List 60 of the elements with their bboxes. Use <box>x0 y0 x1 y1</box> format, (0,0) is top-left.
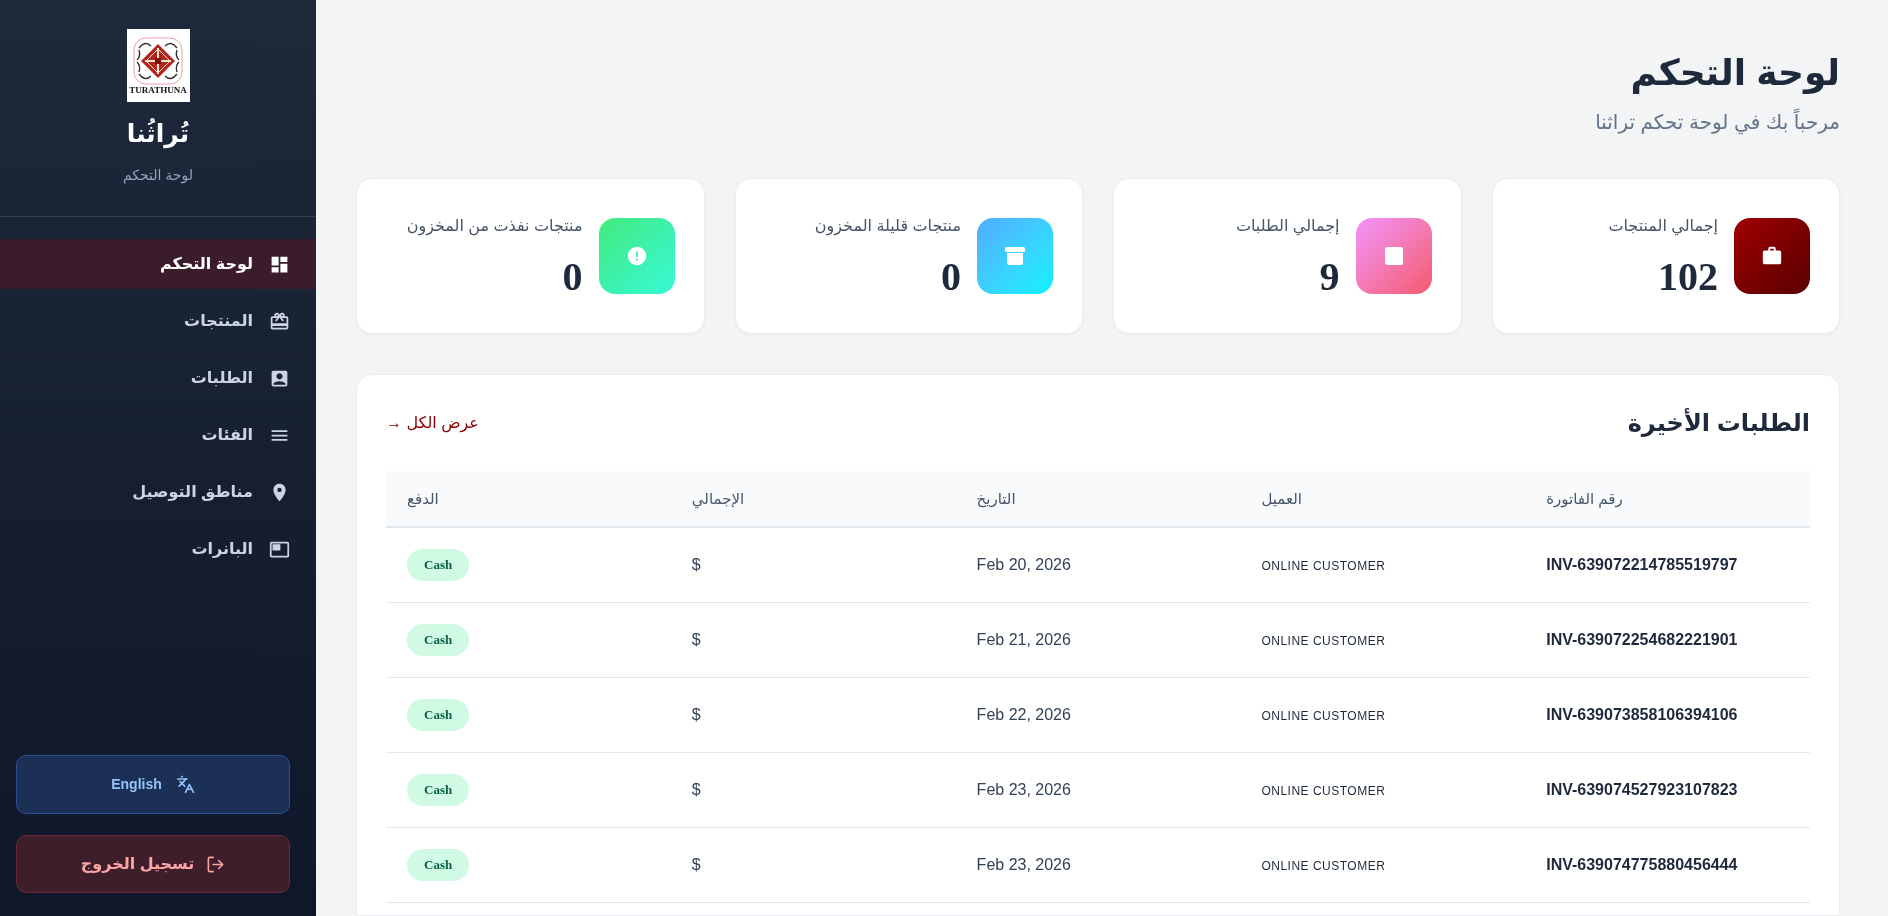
stat-value: 0 <box>941 256 961 298</box>
customer-name: ONLINE CUSTOMER <box>1261 558 1386 573</box>
stat-label: إجمالي المنتجات <box>1608 216 1718 238</box>
stat-value: 0 <box>562 256 583 298</box>
order-total: $ <box>691 855 701 873</box>
column-header: التاريخ <box>976 489 1016 507</box>
box-icon <box>977 218 1053 294</box>
page-title: لوحة التحكم <box>1630 51 1840 96</box>
order-date: Feb 21, 2026 <box>976 630 1071 648</box>
payment-tag: Cash <box>407 623 470 656</box>
payment-tag: Cash <box>407 698 470 731</box>
payment-tag: Cash <box>407 848 470 881</box>
nav-item[interactable]: مناطق التوصيل <box>0 467 316 517</box>
order-date: Feb 20, 2026 <box>976 555 1071 573</box>
square-icon <box>1355 218 1432 294</box>
stat-value: 102 <box>1658 256 1718 298</box>
nav-item[interactable]: المنتجات <box>0 296 316 346</box>
invoice-number: INV-639074775880456444 <box>1546 855 1738 873</box>
gift-card-icon <box>269 310 290 332</box>
ornament-drawing <box>131 36 185 86</box>
stat-label: منتجات نفذت من المخزون <box>406 216 583 238</box>
logout-button[interactable]: تسجيل الخروج <box>16 835 290 893</box>
order-total: $ <box>691 705 701 723</box>
customer-name: ONLINE CUSTOMER <box>1261 633 1386 648</box>
customer-name: ONLINE CUSTOMER <box>1261 783 1386 798</box>
nav-item[interactable]: الفئات <box>0 410 316 460</box>
section-title: الطلبات الأخيرة <box>1627 407 1810 439</box>
column-header: الدفع <box>407 489 439 507</box>
briefcase-icon <box>1734 218 1810 294</box>
logo-text: TURATHUNA <box>129 86 187 95</box>
brand-name: تُراثُنا <box>126 117 190 150</box>
column-header: رقم الفاتورة <box>1546 489 1623 507</box>
page-subtitle: مرحباً بك في لوحة تحكم تراثنا <box>1595 108 1840 136</box>
view-all-link[interactable]: عرض الكل → <box>386 411 479 435</box>
payment-tag: Cash <box>407 773 470 806</box>
invoice-number: INV-639073858106394106 <box>1546 705 1738 723</box>
customer-name: ONLINE CUSTOMER <box>1261 858 1386 873</box>
nav-item[interactable]: الطلبات <box>0 353 316 403</box>
invoice-number: INV-639072254682221901 <box>1546 630 1738 648</box>
nav-item[interactable]: لوحة التحكم <box>0 239 316 289</box>
order-date: Feb 23, 2026 <box>976 780 1071 798</box>
order-total: $ <box>691 780 701 798</box>
nav-item[interactable]: البانرات <box>0 524 316 574</box>
order-total: $ <box>691 630 701 648</box>
sidebar-subtitle: لوحة التحكم <box>123 166 193 185</box>
invoice-number: INV-639074527923107823 <box>1546 780 1738 798</box>
stat-value: 9 <box>1319 256 1340 298</box>
customer-name: ONLINE CUSTOMER <box>1261 708 1386 723</box>
column-header: العميل <box>1261 489 1302 507</box>
stat-label: إجمالي الطلبات <box>1235 216 1340 238</box>
column-header: الإجمالي <box>691 489 745 507</box>
stat-label: منتجات قليلة المخزون <box>814 216 961 238</box>
order-date: Feb 23, 2026 <box>976 855 1071 873</box>
language-button[interactable]: English <box>16 755 290 814</box>
translate-icon <box>175 775 195 794</box>
invoice-number: INV-639072214785519797 <box>1546 555 1738 573</box>
logout-icon <box>206 854 226 874</box>
payment-tag: Cash <box>407 548 470 581</box>
order-date: Feb 22, 2026 <box>976 705 1071 723</box>
order-total: $ <box>691 555 701 573</box>
